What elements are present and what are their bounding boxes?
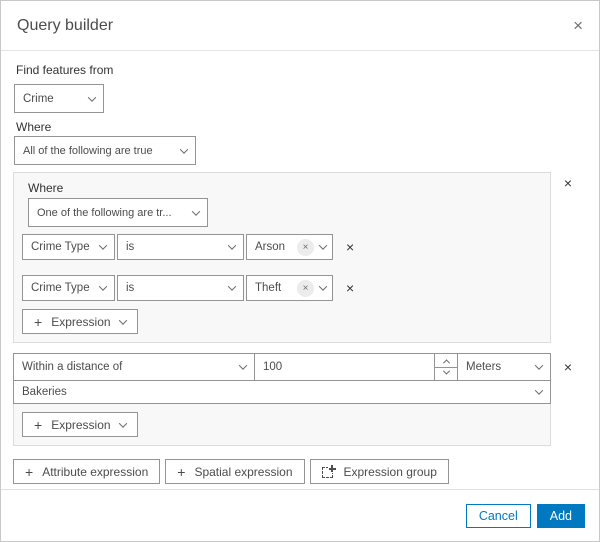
plus-icon: + bbox=[34, 313, 43, 330]
delete-group-button[interactable]: × bbox=[564, 360, 572, 374]
distance-stepper bbox=[434, 354, 457, 380]
delete-expression-button[interactable]: × bbox=[346, 281, 354, 295]
add-spatial-expression-button[interactable]: + Spatial expression bbox=[165, 459, 305, 484]
add-attribute-expression-button[interactable]: + Attribute expression bbox=[13, 459, 161, 484]
increment-icon[interactable] bbox=[435, 354, 457, 367]
chevron-down-icon bbox=[227, 282, 237, 291]
layer-select[interactable]: Crime bbox=[14, 84, 104, 113]
dialog-header: Query builder × bbox=[1, 1, 599, 51]
chevron-down-icon bbox=[98, 282, 108, 291]
distance-input-group bbox=[254, 353, 458, 381]
group1-match-mode-select[interactable]: One of the following are tr... bbox=[28, 198, 208, 227]
expression-group-icon bbox=[321, 465, 336, 478]
value-select[interactable]: Theft × bbox=[246, 275, 333, 301]
chevron-down-icon bbox=[238, 361, 248, 370]
find-features-label: Find features from bbox=[16, 63, 114, 77]
expression-group-label: Expression group bbox=[343, 464, 437, 479]
value-text: Arson bbox=[255, 241, 286, 253]
clear-value-icon[interactable]: × bbox=[297, 238, 314, 256]
spatial-layer-select[interactable]: Bakeries bbox=[13, 380, 551, 404]
add-expression-group-button[interactable]: Expression group bbox=[309, 459, 449, 484]
expression-row: Crime Type is Arson × × bbox=[22, 234, 542, 260]
dialog-body: Find features from Crime Where All of th… bbox=[1, 51, 599, 489]
expression-group-2-row: Within a distance of Meters bbox=[13, 353, 585, 446]
add-button[interactable]: Add bbox=[536, 503, 585, 528]
chevron-down-icon bbox=[318, 282, 328, 291]
expression-group-2: Within a distance of Meters bbox=[13, 353, 551, 446]
match-mode-value: All of the following are true bbox=[23, 144, 153, 157]
chevron-down-icon bbox=[534, 361, 544, 370]
where-label: Where bbox=[16, 120, 52, 134]
spatial-operator-value: Within a distance of bbox=[22, 361, 123, 373]
decrement-icon[interactable] bbox=[435, 366, 457, 381]
expression-group-1: Where One of the following are tr... Cri… bbox=[13, 172, 551, 343]
value-text: Theft bbox=[255, 282, 282, 294]
query-builder-dialog: Query builder × Find features from Crime… bbox=[0, 0, 600, 542]
group2-footer: + Expression bbox=[14, 404, 550, 445]
spatial-expression-label: Spatial expression bbox=[194, 464, 293, 479]
field-value: Crime Type bbox=[31, 241, 90, 253]
clear-value-icon[interactable]: × bbox=[297, 279, 314, 297]
dialog-footer: Cancel Add bbox=[1, 489, 599, 541]
layer-select-value: Crime bbox=[23, 92, 54, 105]
add-expression-label: Expression bbox=[51, 417, 111, 432]
field-value: Crime Type bbox=[31, 282, 90, 294]
spatial-operator-select[interactable]: Within a distance of bbox=[13, 353, 255, 381]
add-expression-label: Expression bbox=[51, 314, 111, 329]
group1-match-mode-value: One of the following are tr... bbox=[37, 206, 172, 219]
chevron-down-icon bbox=[227, 241, 237, 250]
spatial-layer-value: Bakeries bbox=[22, 386, 67, 398]
chevron-down-icon bbox=[534, 386, 544, 395]
plus-icon: + bbox=[25, 463, 34, 480]
field-select[interactable]: Crime Type bbox=[22, 234, 115, 260]
chevron-down-icon bbox=[118, 315, 127, 325]
spatial-expression-row: Within a distance of Meters bbox=[13, 353, 551, 381]
group-delete-area: × bbox=[551, 172, 585, 190]
close-icon[interactable]: × bbox=[573, 17, 583, 34]
operator-value: is bbox=[126, 241, 135, 253]
add-expression-button[interactable]: + Expression bbox=[22, 412, 138, 437]
field-select[interactable]: Crime Type bbox=[22, 275, 115, 301]
group1-where-label: Where bbox=[28, 181, 64, 195]
operator-value: is bbox=[126, 282, 135, 294]
plus-icon: + bbox=[34, 416, 43, 433]
operator-select[interactable]: is bbox=[117, 275, 244, 301]
chevron-down-icon bbox=[179, 144, 189, 154]
expression-group-1-row: Where One of the following are tr... Cri… bbox=[13, 172, 585, 343]
chevron-down-icon bbox=[98, 241, 108, 250]
dialog-title: Query builder bbox=[17, 16, 114, 34]
cancel-button[interactable]: Cancel bbox=[465, 503, 531, 528]
chevron-down-icon bbox=[191, 206, 201, 216]
expression-row: Crime Type is Theft × × bbox=[22, 275, 542, 301]
delete-expression-button[interactable]: × bbox=[346, 240, 354, 254]
value-select[interactable]: Arson × bbox=[246, 234, 333, 260]
units-value: Meters bbox=[466, 361, 502, 373]
distance-input[interactable] bbox=[255, 354, 434, 380]
chevron-down-icon bbox=[318, 241, 328, 250]
delete-group-button[interactable]: × bbox=[564, 176, 572, 190]
add-clause-actions: + Attribute expression + Spatial express… bbox=[13, 459, 585, 484]
chevron-down-icon bbox=[87, 92, 97, 102]
operator-select[interactable]: is bbox=[117, 234, 244, 260]
group-delete-area: × bbox=[551, 353, 585, 374]
chevron-down-icon bbox=[118, 418, 127, 428]
attribute-expression-label: Attribute expression bbox=[42, 464, 149, 479]
plus-icon: + bbox=[177, 463, 186, 480]
match-mode-select[interactable]: All of the following are true bbox=[14, 136, 196, 165]
add-expression-button[interactable]: + Expression bbox=[22, 309, 138, 334]
units-select[interactable]: Meters bbox=[457, 353, 551, 381]
